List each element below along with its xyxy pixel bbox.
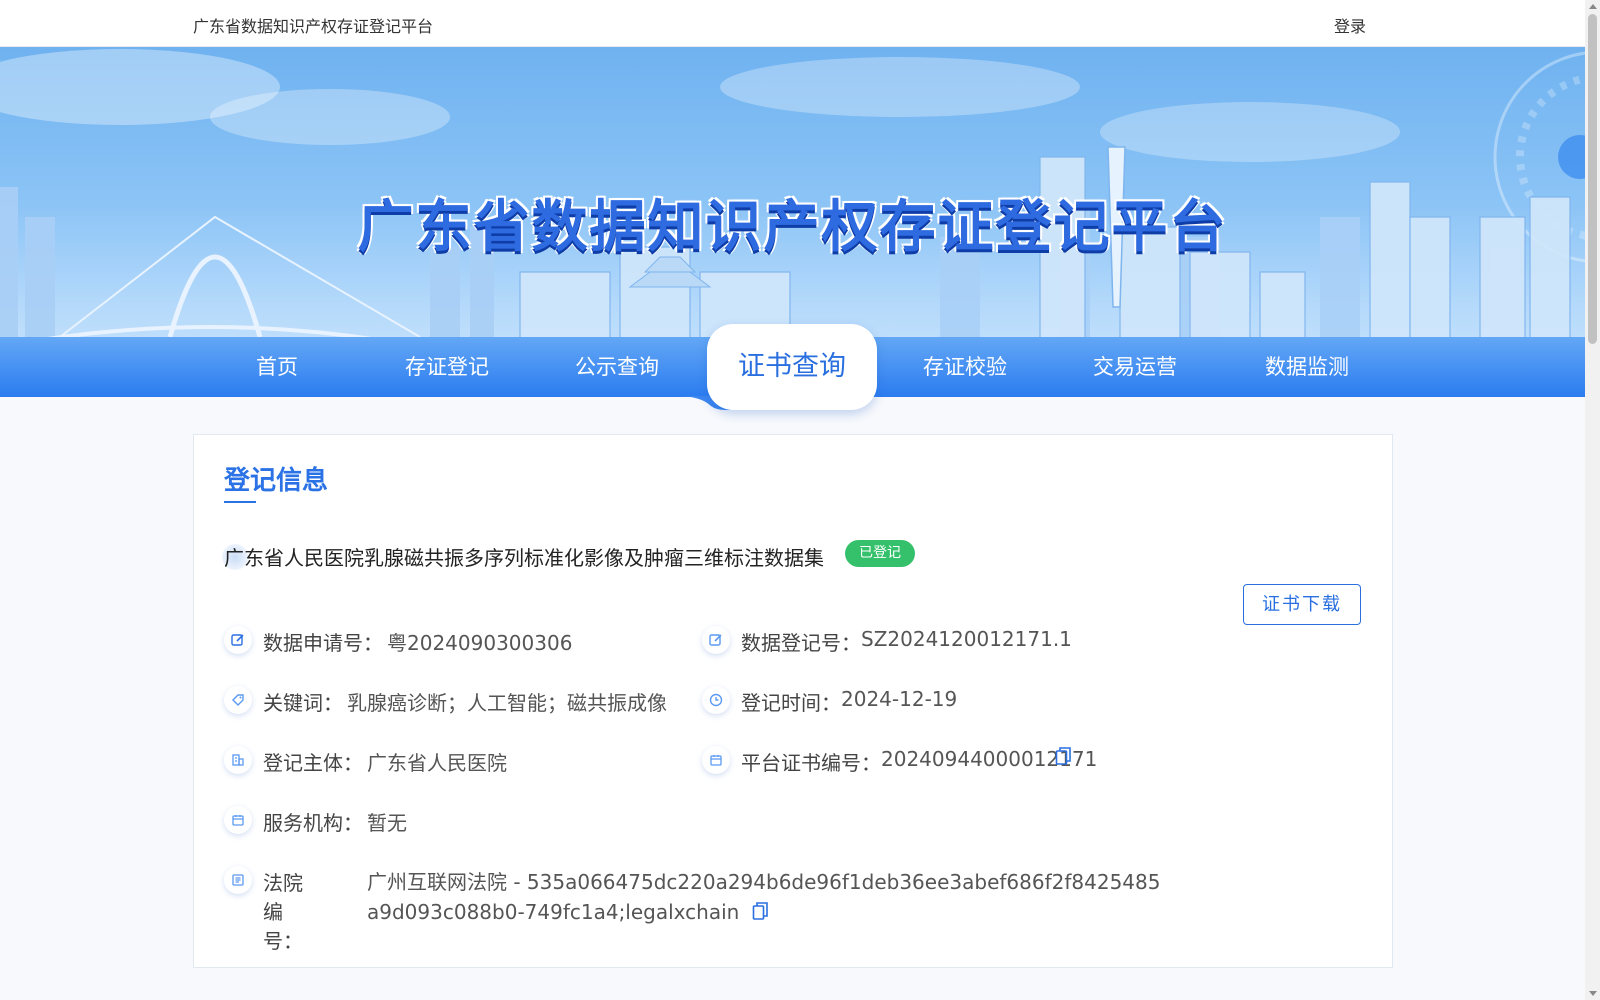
nav-item-home[interactable]: 首页 <box>197 337 357 397</box>
scroll-up-arrow-icon[interactable] <box>1589 4 1597 9</box>
status-badge: 已登记 <box>845 540 915 567</box>
service-label: 服务机构： <box>263 811 363 835</box>
nav-item-monitor[interactable]: 数据监测 <box>1227 337 1387 397</box>
registration-info-card: 登记信息 广东省人民医院乳腺磁共振多序列标准化影像及肿瘤三维标注数据集 已登记 … <box>193 434 1393 968</box>
login-link[interactable]: 登录 <box>1334 13 1366 37</box>
cert-no-label: 平台证书编号： <box>741 751 881 775</box>
court-label: 法院编号： <box>263 871 303 953</box>
clock-icon <box>702 686 730 714</box>
copy-icon[interactable] <box>1055 746 1071 766</box>
nav-item-register[interactable]: 存证登记 <box>367 337 527 397</box>
section-title: 登记信息 <box>224 466 329 496</box>
scroll-down-arrow-icon[interactable] <box>1589 991 1597 996</box>
nav-item-trade[interactable]: 交易运营 <box>1055 337 1215 397</box>
apply-no-label: 数据申请号： <box>263 631 383 655</box>
reg-time-label: 登记时间： <box>741 691 841 715</box>
service-value: 暂无 <box>367 811 407 835</box>
nav-item-public-query[interactable]: 公示查询 <box>537 337 697 397</box>
reg-time-value: 2024-12-19 <box>841 687 958 711</box>
apply-no-value: 粤2024090300306 <box>387 631 573 655</box>
subject-label: 登记主体： <box>263 751 363 775</box>
dataset-title-text: 广东省人民医院乳腺磁共振多序列标准化影像及肿瘤三维标注数据集 <box>224 546 824 570</box>
keywords-value: 乳腺癌诊断；人工智能；磁共振成像 <box>347 691 667 715</box>
site-name[interactable]: 广东省数据知识产权存证登记平台 <box>193 13 433 37</box>
main-nav: 首页 存证登记 公示查询 证书查询 存证校验 交易运营 数据监测 <box>0 324 1585 410</box>
edit-icon <box>224 626 252 654</box>
building-icon <box>224 746 252 774</box>
court-value: 广州互联网法院 - 535a066475dc220a294b6de96f1deb… <box>367 867 1167 927</box>
copy-icon[interactable] <box>752 901 768 921</box>
section-title-underline <box>224 501 256 503</box>
keywords-label: 关键词： <box>263 691 343 715</box>
edit-icon <box>702 626 730 654</box>
nav-item-verify[interactable]: 存证校验 <box>885 337 1045 397</box>
reg-no-value: SZ2024120012171.1 <box>861 627 1072 651</box>
tag-icon <box>224 686 252 714</box>
calendar-icon <box>224 806 252 834</box>
subject-value: 广东省人民医院 <box>367 751 507 775</box>
calendar-icon <box>702 746 730 774</box>
top-bar: 广东省数据知识产权存证登记平台 登录 <box>0 0 1585 47</box>
list-icon <box>224 866 252 894</box>
nav-item-certificate-query[interactable]: 证书查询 <box>707 324 877 410</box>
banner-title: 广东省数据知识产权存证登记平台 <box>357 195 1228 260</box>
dataset-title: 广东省人民医院乳腺磁共振多序列标准化影像及肿瘤三维标注数据集 <box>222 542 824 571</box>
scrollbar-thumb[interactable] <box>1588 14 1597 344</box>
certificate-download-button[interactable]: 证书下载 <box>1243 584 1361 625</box>
reg-no-label: 数据登记号： <box>741 631 861 655</box>
page-scrollbar[interactable] <box>1585 0 1600 1000</box>
